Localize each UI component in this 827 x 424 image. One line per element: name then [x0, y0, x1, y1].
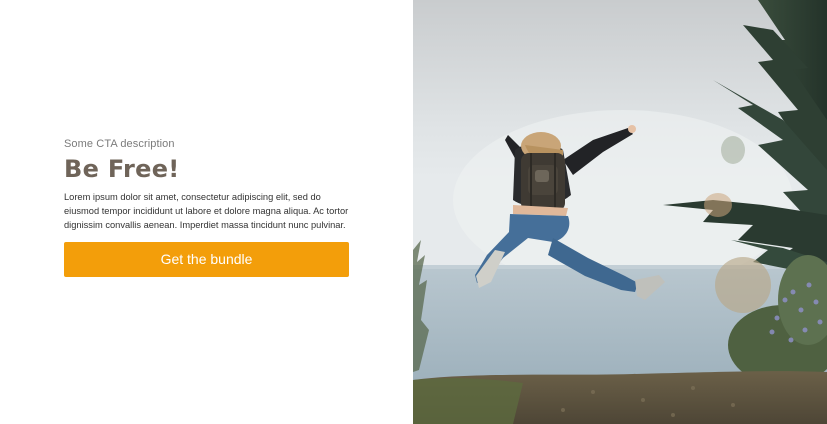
person-jumping-photo	[413, 0, 827, 424]
cta-title: Be Free!	[64, 155, 180, 183]
hero-image-panel	[413, 0, 827, 424]
cta-page: Some CTA description Be Free! Lorem ipsu…	[0, 0, 827, 424]
cta-description: Lorem ipsum dolor sit amet, consectetur …	[64, 192, 349, 230]
get-bundle-button[interactable]: Get the bundle	[64, 242, 349, 277]
cta-panel: Some CTA description Be Free! Lorem ipsu…	[0, 0, 413, 424]
cta-content: Some CTA description Be Free! Lorem ipsu…	[64, 137, 354, 277]
cta-eyebrow: Some CTA description	[64, 138, 175, 150]
